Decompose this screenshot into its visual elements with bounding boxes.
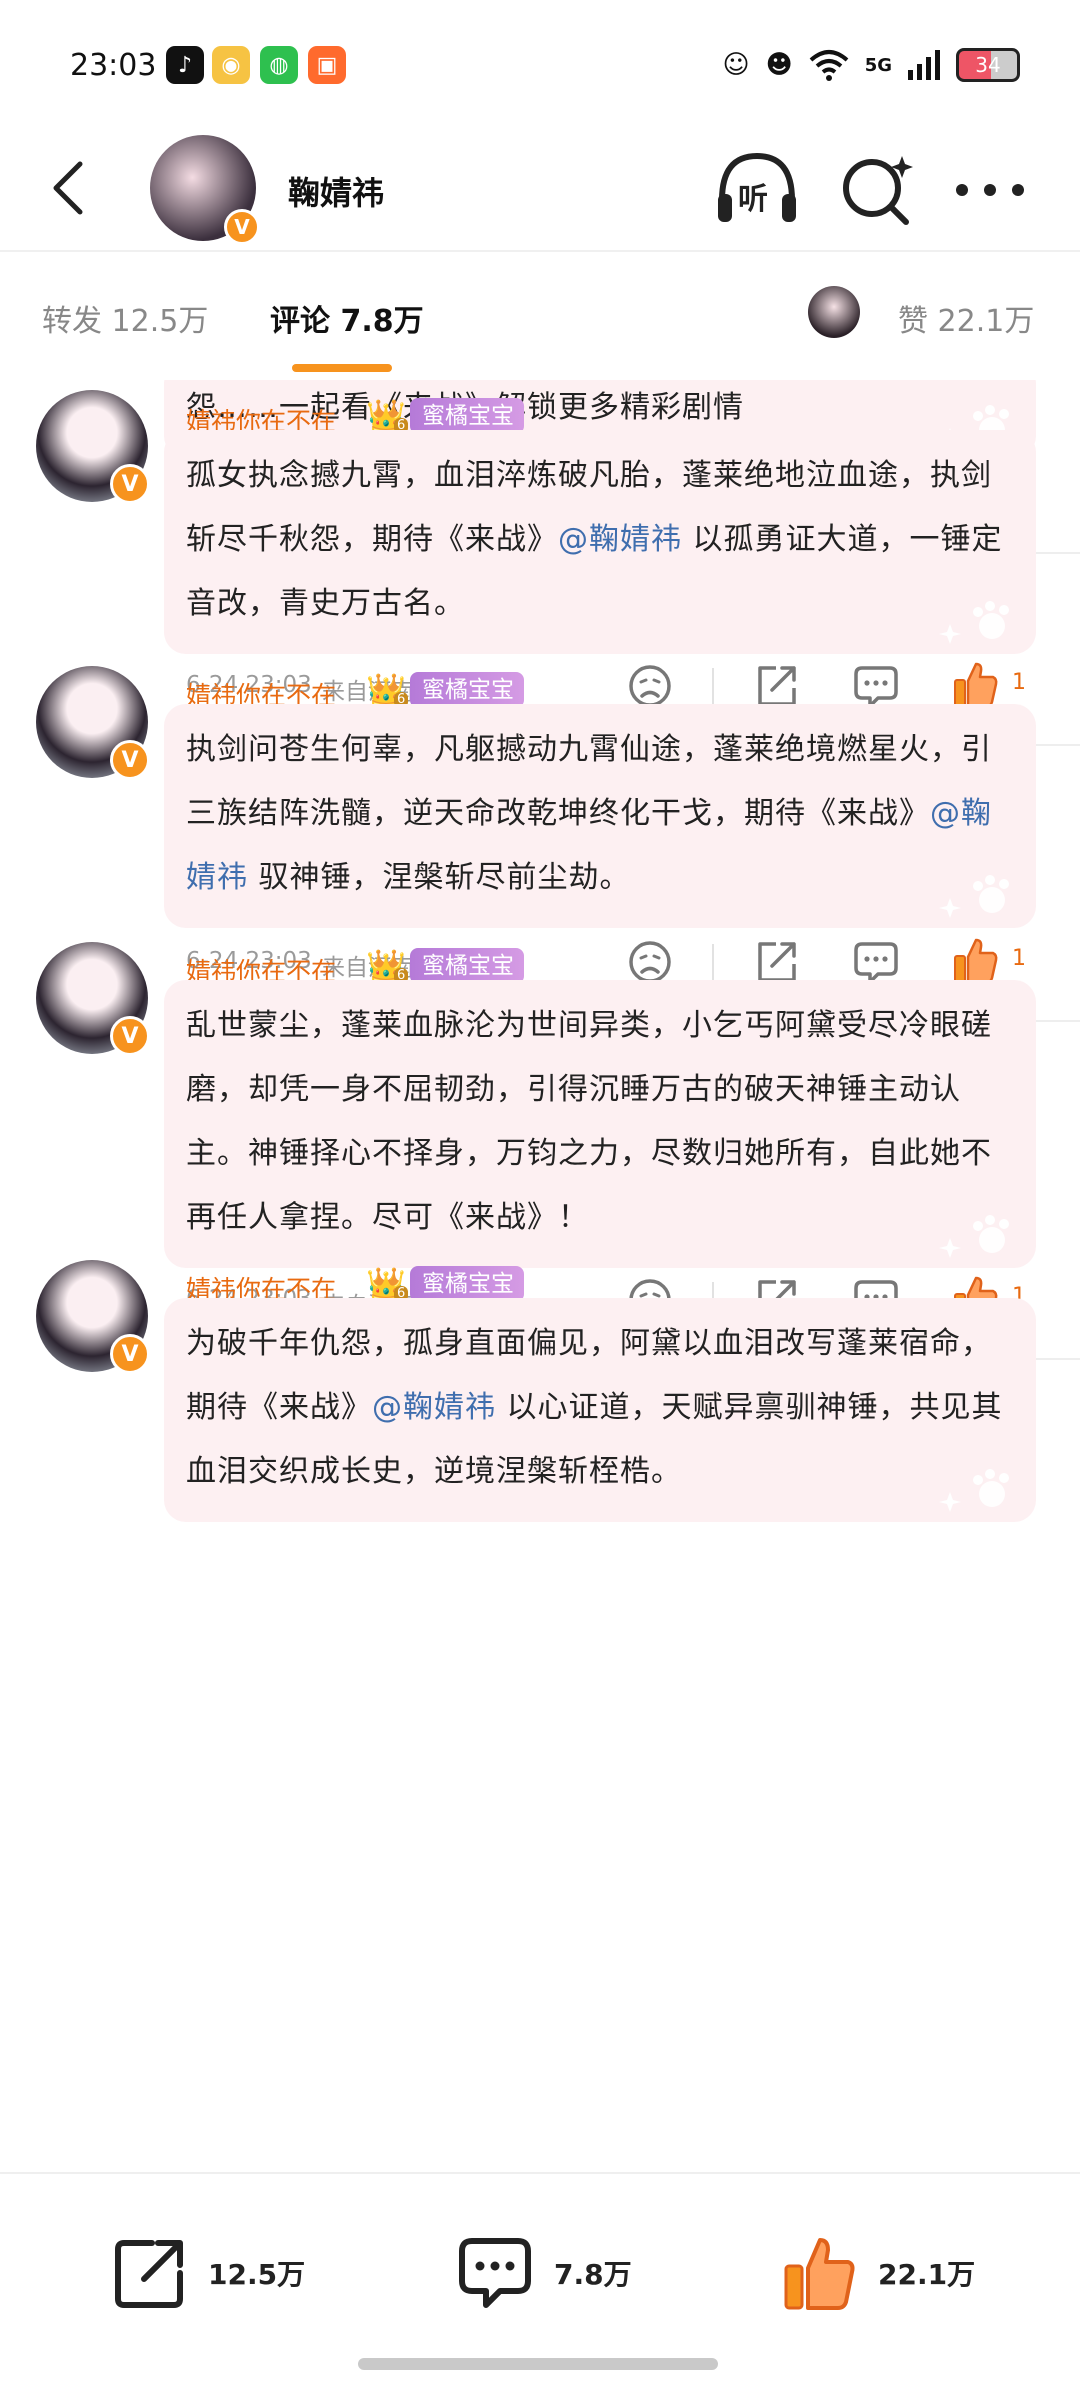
tab-like[interactable]: 赞 22.1万 [898,296,1034,340]
network-label: 5G [864,54,892,76]
comment-icon [459,2238,531,2308]
header: V 鞠婧祎 听 [0,130,1080,250]
mention-link[interactable]: @鞠婧祎 [372,1390,496,1425]
active-tab-indicator [292,364,392,372]
tab-bar: 转发 12.5万 评论 7.8万 赞 22.1万 [0,250,1080,380]
wifi-icon [809,50,849,81]
status-icons: ☺ ☻ 5G 34 [722,44,1020,86]
like-icon [784,2238,855,2310]
clock: 23:03 [70,48,157,83]
listen-label: 听 [738,182,768,217]
verified-icon: V [110,1334,150,1374]
camera-app-icon: ▣ [308,46,346,84]
tiktok-icon: ♪ [166,46,204,84]
notification-icon: ☺ [722,50,750,80]
search-icon[interactable] [838,150,916,228]
wechat-icon: ◍ [260,46,298,84]
comment-item: V 婧祎你在不在_ 👑 6 蜜橘宝宝 为破千年仇怨，孤身直面偏见，阿黛以血泪改写蓬莱宿命，… [0,380,1080,2170]
like-button[interactable]: 22.1万 [782,2228,975,2318]
paw-decoration-icon [939,1469,1009,1512]
more-icon[interactable] [950,170,1030,210]
weibo-icon: ◉ [212,46,250,84]
back-arrow-icon[interactable] [40,158,100,218]
forward-count: 12.5万 [208,2258,306,2291]
tab-comment[interactable]: 评论 7.8万 [270,296,424,340]
like-count: 22.1万 [878,2258,976,2291]
tab-forward[interactable]: 转发 12.5万 [42,296,208,340]
battery-icon: 34 [956,48,1020,82]
commenter-avatar[interactable]: V [36,1260,150,1374]
home-indicator[interactable] [358,2358,718,2370]
signal-icon [908,50,940,80]
notification-icon-2: ☻ [765,50,793,80]
fan-badge[interactable]: 蜜橘宝宝 [410,1266,524,1302]
share-icon [115,2240,183,2308]
forward-button[interactable]: 12.5万 [112,2228,305,2318]
verified-icon: V [224,209,260,245]
status-bar: 23:03 ♪ ◉ ◍ ▣ ☺ ☻ 5G 34 [0,0,1080,130]
comment-button[interactable]: 7.8万 [456,2228,632,2318]
profile-avatar[interactable]: V [150,135,260,245]
liker-avatar [808,286,860,338]
page-title: 鞠婧祎 [288,174,385,212]
comment-list: 怨……一起看《来战》解锁更多精彩剧情6-24 23:03来自河南1V婧祎你在不在… [0,380,1080,2170]
comment-bubble[interactable]: 为破千年仇怨，孤身直面偏见，阿黛以血泪改写蓬莱宿命，期待《来战》@鞠婧祎 以心证… [164,1298,1036,1522]
comment-count: 7.8万 [554,2258,632,2291]
